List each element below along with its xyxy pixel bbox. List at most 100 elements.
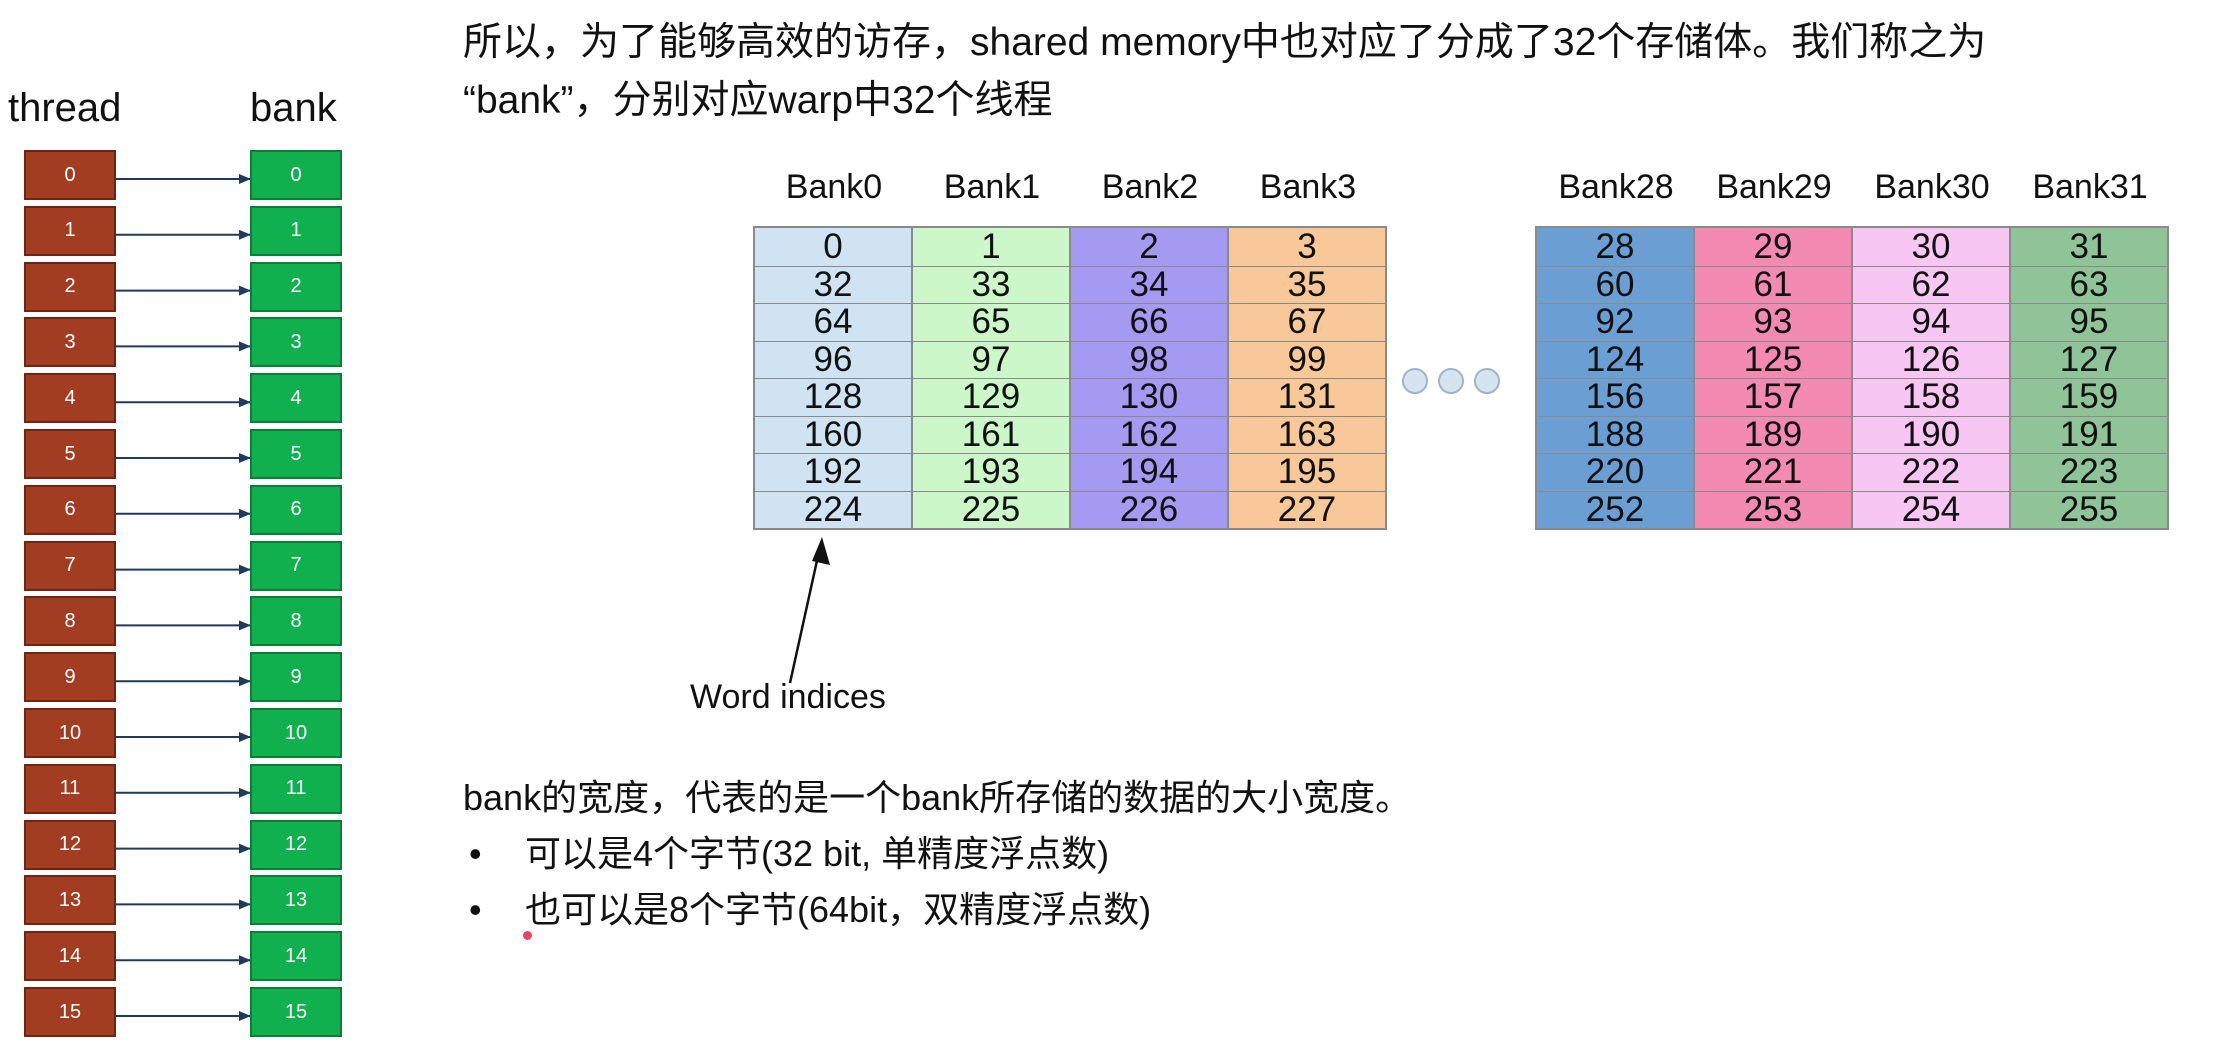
word-indices-arrow bbox=[788, 537, 830, 684]
word-index-cell: 34 bbox=[1071, 265, 1227, 304]
intro-line-2: “bank”，分别对应warp中32个线程 bbox=[463, 79, 1053, 122]
word-index-cell: 162 bbox=[1071, 415, 1227, 454]
word-index-cell: 31 bbox=[2069, 226, 2109, 266]
bank-column: 28 60 92 124 156 188 220 252 bbox=[1537, 226, 1693, 529]
word-index-cell: 254 bbox=[1853, 490, 2009, 529]
bank-column-header: Bank30 bbox=[1874, 168, 1990, 206]
bank-grid-left-group: 0 32 64 96 128 160 192 224 1 33 65 97 129 161 193 225 2 3… bbox=[753, 226, 1387, 530]
bank-grid-right-group: 28 60 92 124 156 188 220 252 29 61 93 125 157 189 221 2… bbox=[1535, 226, 2169, 530]
word-index-cell: 1 bbox=[981, 226, 1001, 266]
word-index-cell: 129 bbox=[913, 377, 1069, 416]
word-index-cell: 63 bbox=[2011, 265, 2167, 304]
word-index-cell: 3 bbox=[1297, 226, 1317, 266]
word-index-cell: 28 bbox=[1595, 226, 1635, 266]
word-index-cell: 224 bbox=[755, 490, 911, 529]
ellipsis-dots bbox=[1402, 368, 1500, 394]
word-index-cell: 61 bbox=[1695, 265, 1851, 304]
word-index-cell: 156 bbox=[1537, 377, 1693, 416]
word-index-cell: 67 bbox=[1229, 302, 1385, 341]
word-index-cell: 62 bbox=[1853, 265, 2009, 304]
word-index-cell: 35 bbox=[1229, 265, 1385, 304]
word-index-cell: 131 bbox=[1229, 377, 1385, 416]
word-index-cell: 66 bbox=[1071, 302, 1227, 341]
bank-width-text: bank的宽度，代表的是一个bank所存储的数据的大小宽度。 • 可以是4个字节… bbox=[463, 770, 1763, 938]
word-index-cell: 195 bbox=[1229, 452, 1385, 491]
bank-column-header: Bank31 bbox=[2032, 168, 2148, 206]
word-index-cell: 2 bbox=[1139, 226, 1159, 266]
word-index-cell: 227 bbox=[1229, 490, 1385, 529]
word-index-cell: 223 bbox=[2011, 452, 2167, 491]
word-index-cell: 65 bbox=[913, 302, 1069, 341]
word-index-cell: 194 bbox=[1071, 452, 1227, 491]
bullet-item-1: • 可以是4个字节(32 bit, 单精度浮点数) bbox=[463, 826, 1763, 882]
bank-column: 0 32 64 96 128 160 192 224 bbox=[755, 226, 911, 529]
word-index-cell: 189 bbox=[1695, 415, 1851, 454]
bank-column: 31 63 95 127 159 191 223 255 bbox=[2009, 226, 2167, 529]
word-index-cell: 33 bbox=[913, 265, 1069, 304]
ellipsis-dot bbox=[1474, 368, 1500, 394]
word-indices-label: Word indices bbox=[690, 678, 886, 716]
bank-column-header: Bank28 bbox=[1558, 168, 1674, 206]
pointer-cursor-dot bbox=[523, 931, 532, 940]
bank-column: 3 35 67 99 131 163 195 227 bbox=[1227, 226, 1385, 529]
word-index-cell: 222 bbox=[1853, 452, 2009, 491]
bullet-marker: • bbox=[469, 833, 482, 874]
bank-column: 29 61 93 125 157 189 221 253 bbox=[1693, 226, 1851, 529]
word-index-cell: 125 bbox=[1695, 340, 1851, 379]
word-index-cell: 94 bbox=[1853, 302, 2009, 341]
word-index-cell: 96 bbox=[755, 340, 911, 379]
word-index-cell: 130 bbox=[1071, 377, 1227, 416]
word-index-cell: 0 bbox=[823, 226, 843, 266]
word-index-cell: 128 bbox=[755, 377, 911, 416]
word-index-cell: 159 bbox=[2011, 377, 2167, 416]
word-index-cell: 30 bbox=[1911, 226, 1951, 266]
word-index-cell: 97 bbox=[913, 340, 1069, 379]
word-index-cell: 124 bbox=[1537, 340, 1693, 379]
bank-column-header: Bank2 bbox=[1101, 168, 1199, 206]
word-index-cell: 226 bbox=[1071, 490, 1227, 529]
word-index-cell: 160 bbox=[755, 415, 911, 454]
word-index-cell: 191 bbox=[2011, 415, 2167, 454]
thread-to-bank-arrows bbox=[116, 174, 251, 1021]
bullet-text: 可以是4个字节(32 bit, 单精度浮点数) bbox=[525, 833, 1110, 874]
bank-column: 2 34 66 98 130 162 194 226 bbox=[1069, 226, 1227, 529]
bank-column: 1 33 65 97 129 161 193 225 bbox=[911, 226, 1069, 529]
bank-column-header: Bank3 bbox=[1259, 168, 1357, 206]
word-index-cell: 32 bbox=[755, 265, 911, 304]
word-index-cell: 252 bbox=[1537, 490, 1693, 529]
word-index-cell: 221 bbox=[1695, 452, 1851, 491]
word-index-cell: 192 bbox=[755, 452, 911, 491]
word-index-cell: 92 bbox=[1537, 302, 1693, 341]
word-index-cell: 64 bbox=[755, 302, 911, 341]
word-index-cell: 95 bbox=[2011, 302, 2167, 341]
word-index-cell: 93 bbox=[1695, 302, 1851, 341]
bullet-item-2: • 也可以是8个字节(64bit，双精度浮点数) bbox=[463, 882, 1763, 938]
word-index-cell: 99 bbox=[1229, 340, 1385, 379]
word-index-cell: 98 bbox=[1071, 340, 1227, 379]
bank-column-header: Bank0 bbox=[785, 168, 883, 206]
word-index-cell: 255 bbox=[2011, 490, 2167, 529]
word-index-cell: 60 bbox=[1537, 265, 1693, 304]
word-index-cell: 163 bbox=[1229, 415, 1385, 454]
bullet-marker: • bbox=[469, 889, 482, 930]
word-index-cell: 193 bbox=[913, 452, 1069, 491]
ellipsis-dot bbox=[1402, 368, 1428, 394]
bullet-text: 也可以是8个字节(64bit，双精度浮点数) bbox=[525, 889, 1152, 930]
intro-line-1: 所以，为了能够高效的访存，shared memory中也对应了分成了32个存储体… bbox=[463, 21, 1987, 64]
ellipsis-dot bbox=[1438, 368, 1464, 394]
word-index-cell: 29 bbox=[1753, 226, 1793, 266]
bank-width-heading: bank的宽度，代表的是一个bank所存储的数据的大小宽度。 bbox=[463, 777, 1412, 818]
bank-column: 30 62 94 126 158 190 222 254 bbox=[1851, 226, 2009, 529]
word-index-cell: 220 bbox=[1537, 452, 1693, 491]
word-index-cell: 188 bbox=[1537, 415, 1693, 454]
word-index-cell: 253 bbox=[1695, 490, 1851, 529]
word-index-cell: 158 bbox=[1853, 377, 2009, 416]
word-index-cell: 126 bbox=[1853, 340, 2009, 379]
bank-column-header: Bank1 bbox=[943, 168, 1041, 206]
word-index-cell: 161 bbox=[913, 415, 1069, 454]
bank-column-header: Bank29 bbox=[1716, 168, 1832, 206]
word-index-cell: 190 bbox=[1853, 415, 2009, 454]
intro-text: 所以，为了能够高效的访存，shared memory中也对应了分成了32个存储体… bbox=[463, 14, 2223, 130]
word-index-cell: 157 bbox=[1695, 377, 1851, 416]
word-index-cell: 225 bbox=[913, 490, 1069, 529]
